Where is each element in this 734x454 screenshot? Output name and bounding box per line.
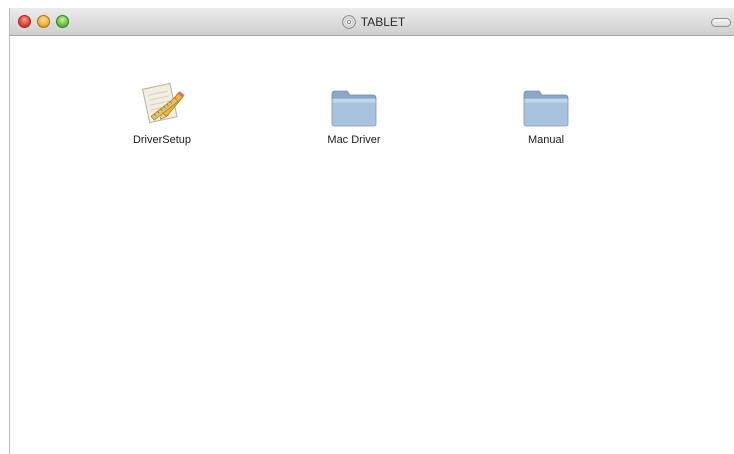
file-item-label[interactable]: Manual [491, 134, 601, 146]
toolbar-toggle-button[interactable] [711, 18, 731, 27]
window-title: TABLET [360, 15, 406, 29]
disc-icon [342, 15, 356, 29]
finder-window: TABLET DriverSetup Mac Driver Manual [9, 8, 734, 454]
title-bar[interactable]: TABLET [10, 8, 734, 36]
folder-icon[interactable] [518, 78, 574, 128]
file-item-label[interactable]: DriverSetup [107, 134, 217, 146]
installer-app-icon[interactable] [134, 78, 190, 128]
window-title-group: TABLET [10, 8, 734, 36]
finder-content-area[interactable]: DriverSetup Mac Driver Manual [10, 36, 734, 454]
file-item-label[interactable]: Mac Driver [299, 134, 409, 146]
folder-icon[interactable] [326, 78, 382, 128]
file-item-driversetup[interactable]: DriverSetup [107, 78, 217, 146]
file-item-manual[interactable]: Manual [491, 78, 601, 146]
file-item-mac-driver[interactable]: Mac Driver [299, 78, 409, 146]
